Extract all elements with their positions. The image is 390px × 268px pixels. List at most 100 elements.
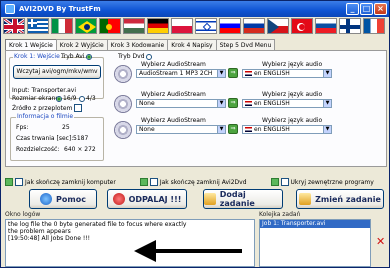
audio2-stream-select[interactable]: None ▼ [136, 99, 226, 108]
audio1-stream-select[interactable]: AudioStream 1 MP3 2CH ▼ [136, 69, 226, 78]
audio3-lang-value: en ENGLISH [254, 126, 290, 133]
screen-size-label: Rozmiar ekranu: [12, 95, 62, 102]
checkbox-icon [149, 178, 158, 186]
flag-portugal-icon[interactable] [99, 18, 121, 34]
window-title: AVI2DVD By TrustFm [19, 5, 101, 13]
checkbox-icon [280, 178, 289, 186]
hide-external-checkbox[interactable]: Ukryj zewnętrzne programy [270, 177, 374, 187]
flag-en-icon [245, 101, 252, 106]
app-window: AVI2DVD By TrustFm _ □ × Krok 1 Wejście … [0, 0, 390, 268]
flag-slovakia-icon[interactable] [315, 18, 337, 34]
chevron-down-icon: ▼ [323, 126, 331, 133]
flag-slovenia-icon[interactable] [219, 18, 241, 34]
mode-dvd-radio[interactable]: Tryb Dvd [118, 53, 152, 60]
input-group-label: Krok 1: Wejście [13, 53, 61, 60]
tab-step4[interactable]: Krok 4 Napisy [167, 39, 217, 50]
mode-avi-label: Tryb Avi [61, 53, 85, 60]
start-icon [112, 193, 125, 205]
audio1-lang-select[interactable]: en ENGLISH ▼ [242, 69, 332, 78]
flag-hungary-icon[interactable] [123, 18, 145, 34]
flag-turkey-icon[interactable] [291, 18, 313, 34]
flag-uk-icon[interactable] [3, 18, 25, 34]
chevron-down-icon: ▼ [217, 100, 225, 107]
audio2-lang-select[interactable]: en ENGLISH ▼ [242, 99, 332, 108]
log-line: the log file the 0 byte generated file t… [8, 221, 187, 228]
tab-step3[interactable]: Krok 3 Kodowanie [106, 39, 169, 50]
audio2-stream-value: None [139, 100, 155, 107]
audio2-arrow-icon[interactable]: ⇒ [228, 98, 238, 108]
radio-empty-icon [145, 53, 152, 60]
audio3-arrow-icon[interactable]: ⇒ [228, 124, 238, 134]
ratio-169-radio[interactable]: 16/9 [56, 95, 76, 102]
mode-dvd-label: Tryb Dvd [118, 53, 145, 60]
audio3-lang-label: Wybierz język audio [262, 117, 323, 124]
log-textarea[interactable]: the log file the 0 byte generated file t… [5, 219, 255, 267]
maximize-button[interactable]: □ [360, 3, 373, 15]
help-button[interactable]: Pomoc [29, 189, 97, 209]
start-button-label: ODPALAJ !!! [128, 194, 182, 204]
checkbox-icon [15, 178, 23, 186]
log-line: the problem appears [8, 228, 71, 235]
help-button-label: Pomoc [56, 194, 86, 204]
audio2-lang-label: Wybierz język audio [262, 91, 323, 98]
ratio-169-label: 16/9 [63, 95, 77, 102]
flag-brazil-icon[interactable] [75, 18, 97, 34]
flag-greece-icon[interactable] [27, 18, 49, 34]
ratio-43-label: 4/3 [86, 95, 96, 102]
minimize-button[interactable]: _ [346, 3, 359, 15]
audio3-stream-label: Wybierz AudioStream [141, 117, 206, 124]
add-job-label: Dodaj zadanie [219, 190, 255, 208]
flag-en-icon [245, 71, 252, 76]
chevron-down-icon: ▼ [323, 70, 331, 77]
interlaced-checkbox[interactable]: Źródło z przeplotem [12, 104, 83, 112]
remove-job-icon[interactable]: ✕ [376, 235, 385, 248]
audio1-stream-value: AudioStream 1 MP3 2CH [139, 70, 213, 77]
flag-russia-icon[interactable] [243, 18, 265, 34]
ratio-43-radio[interactable]: 4/3 [79, 95, 96, 102]
flag-germany-icon[interactable] [147, 18, 169, 34]
change-job-label: Zmień zadanie [315, 194, 381, 204]
flag-israel-icon[interactable] [195, 18, 217, 34]
flag-poland-icon[interactable] [171, 18, 193, 34]
queue-label: Kolejka zadań [259, 211, 301, 218]
flag-czech-icon[interactable] [267, 18, 289, 34]
chevron-down-icon: ▼ [217, 70, 225, 77]
step1-panel: Krok 1: Wejście Tryb Avi Tryb Dvd Wczyta… [5, 50, 387, 167]
title-bar: AVI2DVD By TrustFm _ □ × [1, 1, 389, 17]
tab-step5[interactable]: Step 5 Dvd Menu [215, 39, 276, 50]
close-app-checkbox[interactable]: Jak skończę zamknij Avi2Dvd [139, 177, 247, 187]
options-row: Jak skończę zamknij komputer Jak skończę… [5, 177, 374, 187]
flag-finland-icon[interactable] [339, 18, 361, 34]
choose-file-button[interactable]: Wczytaj avi/ogm/mkv/wmv [13, 65, 101, 79]
audio3-lang-select[interactable]: en ENGLISH ▼ [242, 125, 332, 134]
flag-italy-icon[interactable] [51, 18, 73, 34]
radio-selected-icon [85, 53, 92, 60]
interlaced-label: Źródło z przeplotem [12, 104, 73, 112]
audio1-lang-label: Wybierz język audio [262, 61, 323, 68]
add-job-button[interactable]: Dodaj zadanie [203, 189, 283, 209]
audio3-stream-select[interactable]: None ▼ [136, 125, 226, 134]
duration-value: 5187 [73, 135, 89, 142]
mode-avi-radio[interactable]: Tryb Avi [61, 53, 92, 60]
job-queue-list[interactable]: Job 1: Transporter.avi [259, 219, 371, 267]
close-app-label: Jak skończę zamknij Avi2Dvd [159, 178, 247, 186]
fps-label: Fps: [16, 124, 29, 131]
checkbox-icon [74, 104, 83, 112]
add-job-icon [204, 193, 216, 205]
close-button[interactable]: × [374, 3, 387, 15]
change-job-button[interactable]: Zmień zadanie [296, 189, 384, 209]
change-job-icon [299, 193, 312, 205]
flag-france-icon[interactable] [363, 18, 385, 34]
audio2-stream-label: Wybierz AudioStream [141, 91, 206, 98]
shutdown-pc-checkbox[interactable]: Jak skończę zamknij komputer [5, 177, 116, 187]
queue-item[interactable]: Job 1: Transporter.avi [260, 220, 370, 228]
tab-step2[interactable]: Krok 2 Wyjście [55, 39, 108, 50]
audio1-arrow-icon[interactable]: ⇒ [228, 68, 238, 78]
start-button[interactable]: ODPALAJ !!! [107, 189, 187, 209]
audio-disc-icon [114, 65, 132, 83]
audio-disc-icon [114, 121, 132, 139]
audio3-stream-value: None [139, 126, 155, 133]
audio-disc-icon [114, 95, 132, 113]
checkbox-icon [5, 178, 13, 186]
audio1-stream-label: Wybierz AudioStream [141, 61, 206, 68]
